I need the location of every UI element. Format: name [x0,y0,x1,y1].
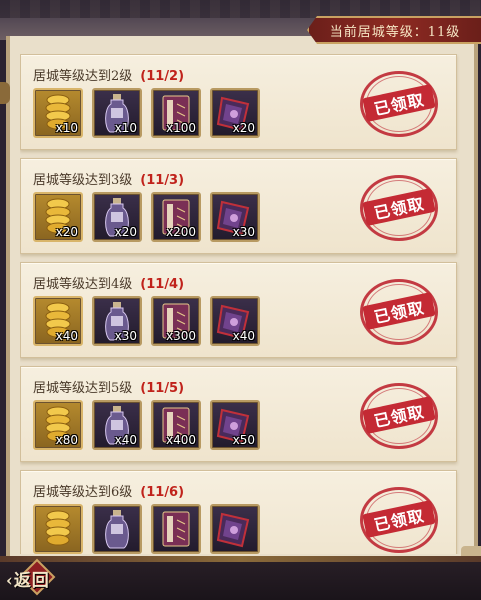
reward-item-slot[interactable]: x40 [33,296,83,346]
item-quantity: x10 [114,121,137,135]
item-quantity: x300 [165,329,196,343]
reward-title: 居城等级达到6级 (11/6) [33,481,184,500]
item-quantity: x50 [232,433,255,447]
reward-condition: 居城等级达到5级 [33,381,133,396]
reward-item-slot[interactable]: x40 [92,400,142,450]
item-quantity: x10 [55,121,78,135]
back-arrow-icon: ‹ [6,570,14,591]
reward-item-slot[interactable]: x100 [151,88,201,138]
back-label: ‹返回 [6,570,50,591]
reward-item-slot[interactable]: x10 [33,88,83,138]
roof-decoration [0,0,481,18]
reward-item-slot[interactable]: x30 [92,296,142,346]
reward-item-slot[interactable]: x80 [33,400,83,450]
side-ornament [0,82,10,104]
reward-card: 居城等级达到6级 (11/6) 已领取 [20,470,457,554]
item-quantity: x20 [114,225,137,239]
item-quantity: x80 [55,433,78,447]
reward-title: 居城等级达到3级 (11/3) [33,169,184,188]
item-quantity: x200 [165,225,196,239]
back-button[interactable]: ‹返回 [0,558,80,596]
reward-progress: (11/3) [140,173,185,188]
potion-bottle-icon [105,510,129,549]
reward-item-slot[interactable]: x30 [210,192,260,242]
scroll-book-icon [162,511,190,547]
item-quantity: x30 [114,329,137,343]
reward-list[interactable]: 居城等级达到2级 (11/2) x10 x10 x100 x20 已领取 居城等级达到3级 (1… [20,54,460,554]
item-quantity: x20 [55,225,78,239]
reward-item-slot[interactable] [210,504,260,554]
reward-item-slot[interactable]: x20 [33,192,83,242]
reward-item-slot[interactable]: x20 [210,88,260,138]
reward-condition: 居城等级达到2级 [33,69,133,84]
reward-item-slot[interactable]: x20 [92,192,142,242]
reward-card: 居城等级达到4级 (11/4) x40 x30 x300 x40 已领取 [20,262,457,358]
reward-item-slot[interactable]: x200 [151,192,201,242]
item-quantity: x40 [232,329,255,343]
reward-item-slot[interactable]: x10 [92,88,142,138]
reward-title: 居城等级达到4级 (11/4) [33,273,184,292]
claimed-stamp: 已领取 [360,175,438,241]
claimed-stamp: 已领取 [360,487,438,553]
reward-condition: 居城等级达到3级 [33,173,133,188]
reward-card: 居城等级达到2级 (11/2) x10 x10 x100 x20 已领取 [20,54,457,150]
reward-item-slot[interactable]: x300 [151,296,201,346]
reward-condition: 居城等级达到6级 [33,485,133,500]
item-quantity: x20 [232,121,255,135]
reward-card: 居城等级达到5级 (11/5) x80 x40 x400 x50 已领取 [20,366,457,462]
reward-condition: 居城等级达到4级 [33,277,133,292]
item-quantity: x400 [165,433,196,447]
reward-progress: (11/2) [140,69,185,84]
reward-progress: (11/5) [140,381,185,396]
reward-item-slot[interactable] [92,504,142,554]
claimed-stamp: 已领取 [360,279,438,345]
item-quantity: x40 [55,329,78,343]
reward-item-slot[interactable] [151,504,201,554]
item-quantity: x100 [165,121,196,135]
current-level-banner: 当前居城等级：11级 [307,16,481,44]
item-quantity: x30 [232,225,255,239]
purple-banner-icon [216,512,250,548]
reward-item-slot[interactable]: x50 [210,400,260,450]
reward-item-slot[interactable] [33,504,83,554]
claimed-stamp: 已领取 [360,383,438,449]
item-quantity: x40 [114,433,137,447]
claimed-stamp: 已领取 [360,71,438,137]
reward-title: 居城等级达到2级 (11/2) [33,65,184,84]
reward-item-slot[interactable]: x400 [151,400,201,450]
reward-item-slot[interactable]: x40 [210,296,260,346]
gold-ingot-icon [45,510,71,546]
reward-title: 居城等级达到5级 (11/5) [33,377,184,396]
reward-progress: (11/6) [140,485,185,500]
reward-progress: (11/4) [140,277,185,292]
reward-card: 居城等级达到3级 (11/3) x20 x20 x200 x30 已领取 [20,158,457,254]
